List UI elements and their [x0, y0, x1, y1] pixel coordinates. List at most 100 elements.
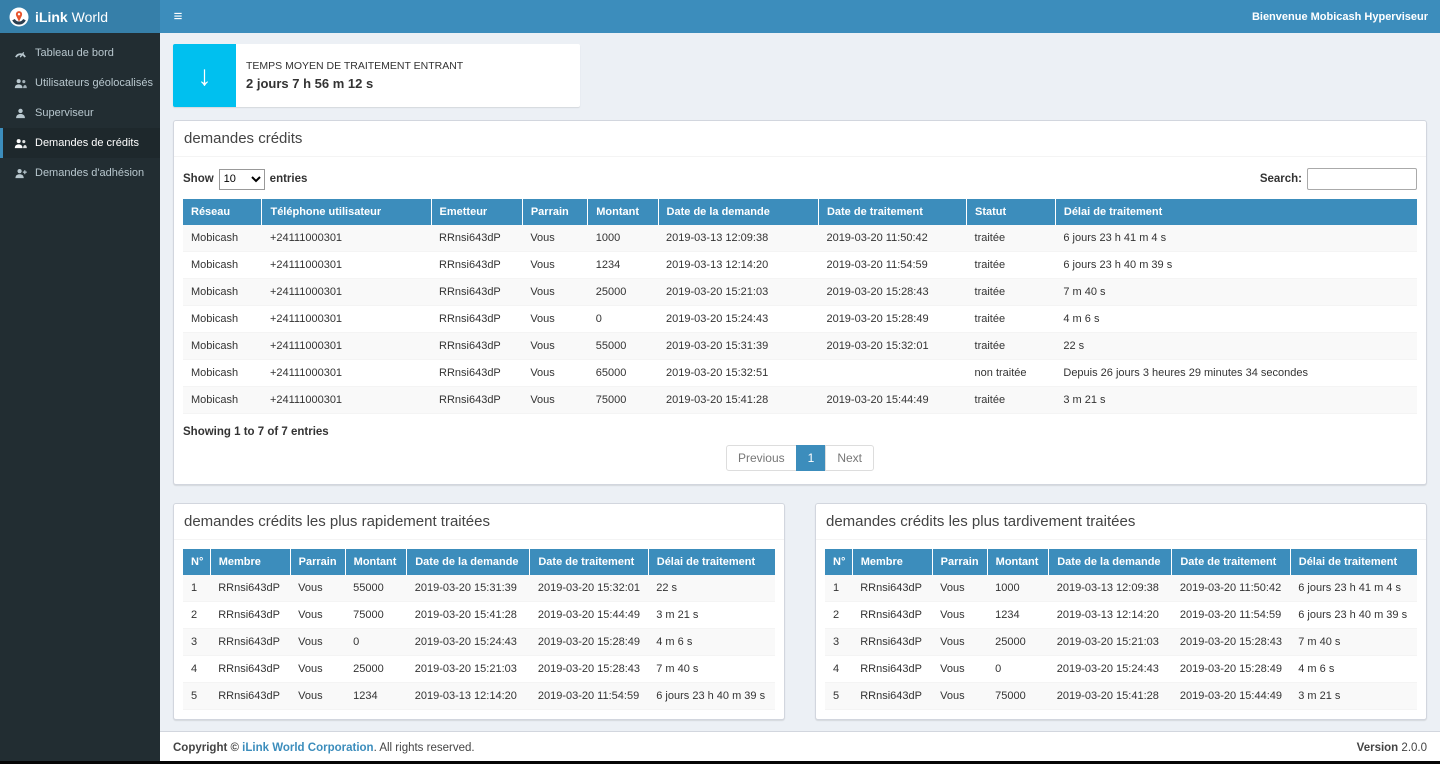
table-cell: 2019-03-20 15:41:28: [1049, 683, 1172, 710]
sidebar-item-tableau-de-bord[interactable]: Tableau de bord: [0, 38, 160, 68]
credits-panel-body: Show 10 entries Search:: [174, 157, 1426, 484]
column-header[interactable]: Statut: [967, 199, 1056, 225]
table-cell: 7 m 40 s: [1055, 279, 1417, 306]
membership-requests-icon: [13, 168, 27, 179]
column-header[interactable]: Date de la demande: [1049, 549, 1172, 575]
sidebar-item-superviseur[interactable]: Superviseur: [0, 98, 160, 128]
footer: Copyright © iLink World Corporation. All…: [160, 731, 1440, 764]
table-cell: 1234: [987, 602, 1049, 629]
fastest-panel-body: N°MembreParrainMontantDate de la demande…: [174, 540, 784, 719]
column-header[interactable]: Parrain: [290, 549, 345, 575]
table-cell: traitée: [967, 306, 1056, 333]
table-cell: 4 m 6 s: [648, 629, 775, 656]
credits-panel: demandes crédits Show 10 entries Search:: [173, 120, 1427, 485]
table-cell: 22 s: [648, 575, 775, 602]
sidebar-item-utilisateurs-geolocalises[interactable]: Utilisateurs géolocalisés: [0, 68, 160, 98]
column-header[interactable]: Montant: [987, 549, 1049, 575]
table-cell: 75000: [345, 602, 407, 629]
column-header[interactable]: Date de traitement: [530, 549, 648, 575]
table-cell: 1000: [987, 575, 1049, 602]
table-cell: RRnsi643dP: [431, 225, 522, 252]
fastest-requests-table: N°MembreParrainMontantDate de la demande…: [183, 549, 775, 710]
table-cell: RRnsi643dP: [210, 629, 290, 656]
hamburger-icon: ≡: [174, 8, 183, 25]
table-cell: RRnsi643dP: [852, 683, 932, 710]
table-cell: 2019-03-20 11:50:42: [818, 225, 966, 252]
column-header[interactable]: Date de traitement: [818, 199, 966, 225]
table-cell: 2019-03-20 15:32:01: [818, 333, 966, 360]
table-cell: Vous: [932, 629, 987, 656]
sidebar-item-label: Superviseur: [35, 107, 94, 119]
pagination-previous-button[interactable]: Previous: [726, 445, 797, 471]
table-cell: 2019-03-13 12:14:20: [407, 683, 530, 710]
column-header[interactable]: Date de la demande: [407, 549, 530, 575]
brand[interactable]: iLinkWorld: [0, 0, 160, 33]
column-header[interactable]: Date de traitement: [1172, 549, 1290, 575]
table-cell: 6 jours 23 h 40 m 39 s: [1055, 252, 1417, 279]
table-cell: RRnsi643dP: [852, 602, 932, 629]
table-cell: RRnsi643dP: [210, 683, 290, 710]
fastest-table-body: 1RRnsi643dPVous550002019-03-20 15:31:392…: [183, 575, 775, 710]
column-header[interactable]: Membre: [852, 549, 932, 575]
column-header[interactable]: N°: [183, 549, 210, 575]
table-cell: 2019-03-20 15:32:01: [530, 575, 648, 602]
table-cell: Vous: [522, 279, 587, 306]
fastest-requests-panel: demandes crédits les plus rapidement tra…: [173, 503, 785, 720]
table-cell: 55000: [345, 575, 407, 602]
app-window: iLinkWorld Tableau de bord Utilisateurs …: [0, 0, 1440, 764]
table-cell: Vous: [290, 656, 345, 683]
table-cell: RRnsi643dP: [431, 333, 522, 360]
table-row: 3RRnsi643dPVous250002019-03-20 15:21:032…: [825, 629, 1417, 656]
column-header[interactable]: Parrain: [522, 199, 587, 225]
column-header[interactable]: Montant: [588, 199, 658, 225]
version-label: Version: [1357, 742, 1399, 754]
table-cell: Vous: [932, 656, 987, 683]
brand-name: iLinkWorld: [35, 9, 108, 25]
copyright-text: Copyright © iLink World Corporation. All…: [173, 742, 475, 754]
column-header[interactable]: Emetteur: [431, 199, 522, 225]
sidebar-item-demandes-d-adhesion[interactable]: Demandes d'adhésion: [0, 158, 160, 188]
page-size-select[interactable]: 10: [219, 169, 265, 190]
table-cell: 1234: [588, 252, 658, 279]
column-header[interactable]: Date de la demande: [658, 199, 818, 225]
column-header[interactable]: Délai de traitement: [1055, 199, 1417, 225]
content-area: ↓ TEMPS MOYEN DE TRAITEMENT ENTRANT 2 jo…: [160, 33, 1440, 731]
column-header[interactable]: Délai de traitement: [1290, 549, 1417, 575]
pagination-next-button[interactable]: Next: [825, 445, 874, 471]
pagination-page-1-button[interactable]: 1: [796, 445, 827, 471]
column-header[interactable]: Parrain: [932, 549, 987, 575]
table-cell: Vous: [932, 602, 987, 629]
table-cell: 2019-03-20 11:50:42: [1172, 575, 1290, 602]
column-header[interactable]: Réseau: [183, 199, 262, 225]
table-header-row: N°MembreParrainMontantDate de la demande…: [183, 549, 775, 575]
sidebar-item-label: Utilisateurs géolocalisés: [35, 77, 153, 89]
table-cell: Vous: [522, 360, 587, 387]
search-input[interactable]: [1307, 168, 1417, 190]
column-header[interactable]: Délai de traitement: [648, 549, 775, 575]
table-cell: 2019-03-20 15:31:39: [407, 575, 530, 602]
table-cell: Vous: [290, 575, 345, 602]
table-cell: 0: [345, 629, 407, 656]
table-cell: traitée: [967, 333, 1056, 360]
column-header[interactable]: Téléphone utilisateur: [262, 199, 431, 225]
column-header[interactable]: Membre: [210, 549, 290, 575]
table-cell: 6 jours 23 h 40 m 39 s: [648, 683, 775, 710]
table-cell: 3: [825, 629, 852, 656]
table-cell: RRnsi643dP: [210, 575, 290, 602]
search-label: Search:: [1260, 173, 1302, 185]
table-cell: RRnsi643dP: [852, 575, 932, 602]
table-cell: 25000: [987, 629, 1049, 656]
company-link[interactable]: iLink World Corporation: [242, 742, 373, 754]
sidebar-item-demandes-de-credits[interactable]: Demandes de crédits: [0, 128, 160, 158]
table-cell: RRnsi643dP: [852, 629, 932, 656]
table-cell: 2019-03-20 15:28:49: [530, 629, 648, 656]
column-header[interactable]: N°: [825, 549, 852, 575]
sidebar-toggle-button[interactable]: ≡: [160, 0, 196, 33]
entries-label: entries: [270, 173, 308, 185]
table-cell: Vous: [290, 602, 345, 629]
table-cell: RRnsi643dP: [852, 656, 932, 683]
table-cell: RRnsi643dP: [210, 602, 290, 629]
table-cell: Vous: [290, 629, 345, 656]
table-cell: Vous: [932, 575, 987, 602]
column-header[interactable]: Montant: [345, 549, 407, 575]
